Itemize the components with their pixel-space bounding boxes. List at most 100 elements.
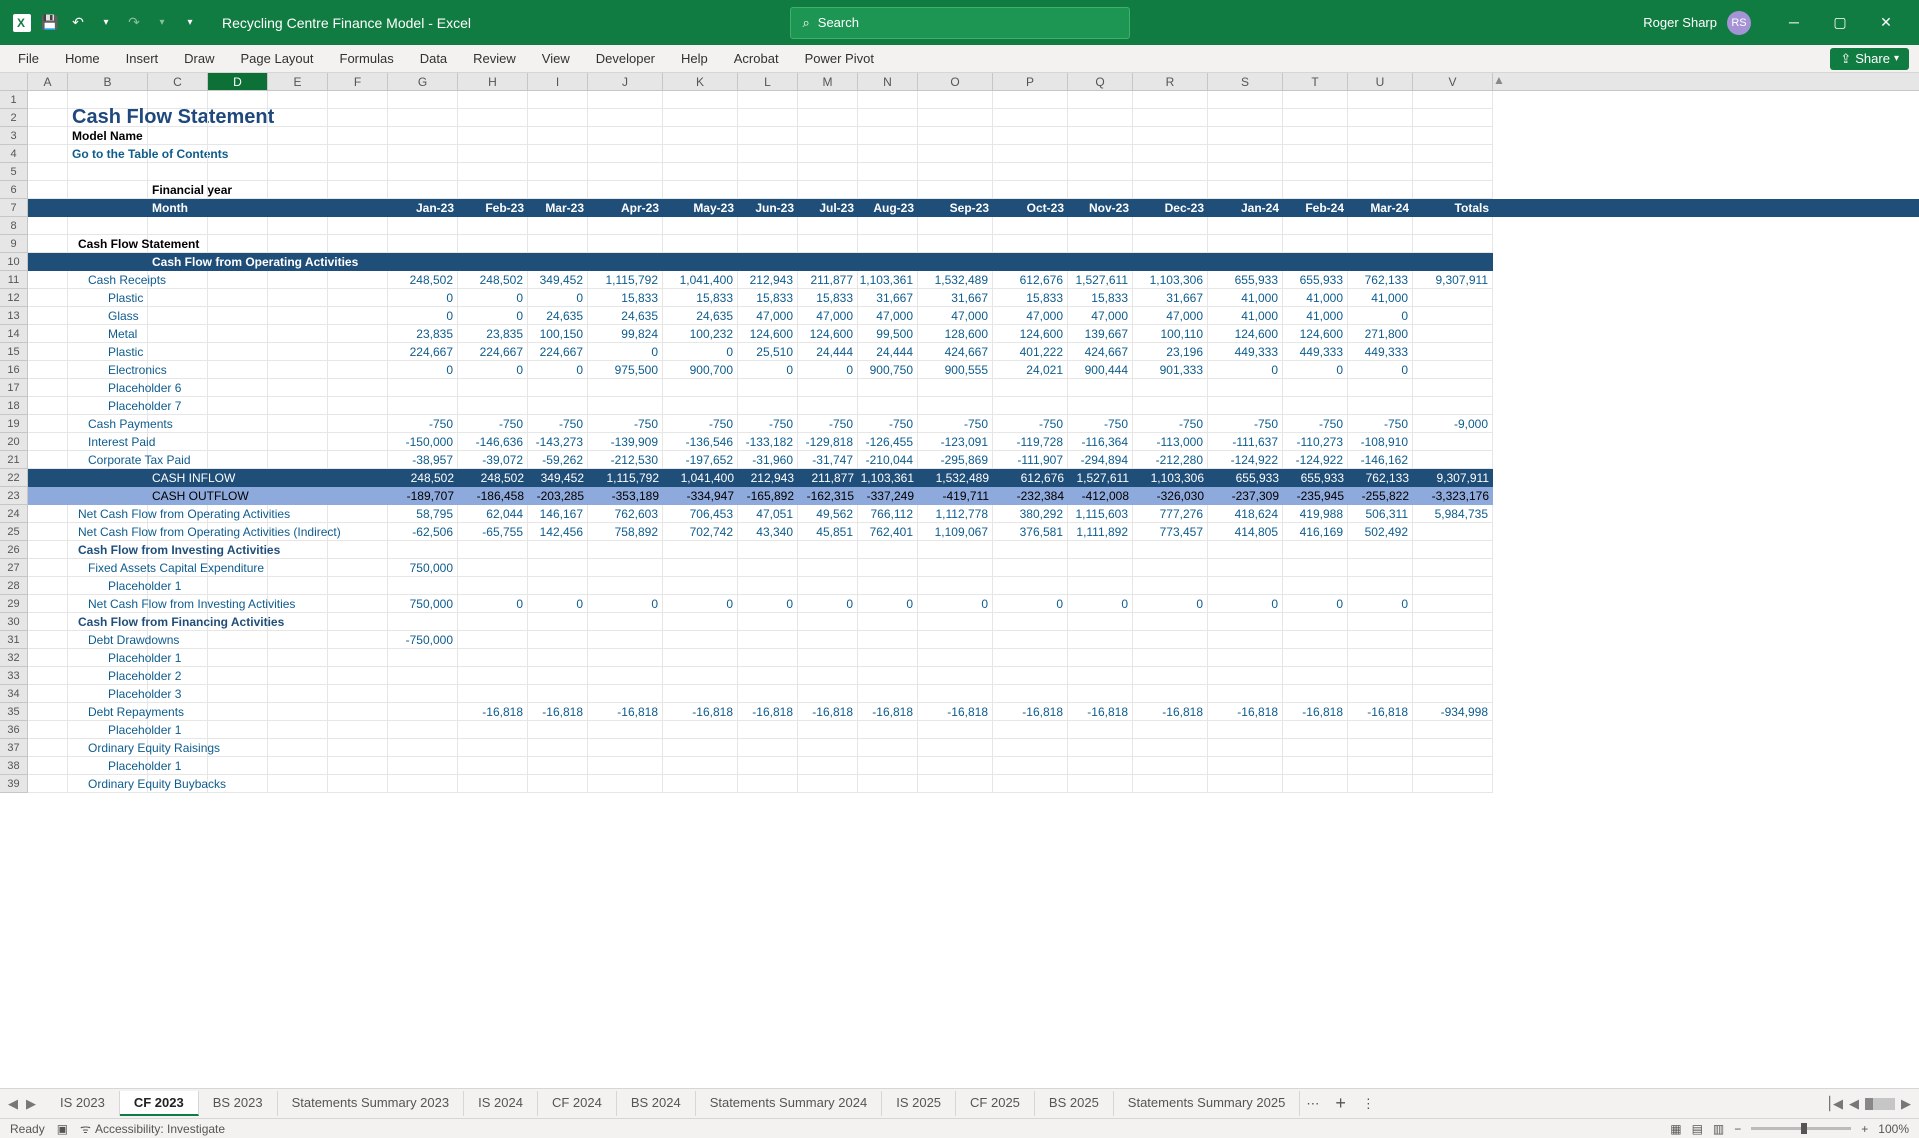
cell[interactable]: [208, 307, 268, 325]
cell[interactable]: [388, 235, 458, 253]
cell[interactable]: [528, 91, 588, 109]
cell[interactable]: 0: [1348, 361, 1413, 379]
column-header-U[interactable]: U: [1348, 73, 1413, 90]
cell[interactable]: [588, 577, 663, 595]
cell[interactable]: [208, 343, 268, 361]
column-header-T[interactable]: T: [1283, 73, 1348, 90]
cell[interactable]: [1413, 289, 1493, 307]
cell[interactable]: [458, 613, 528, 631]
cell[interactable]: 9,307,911: [1413, 469, 1493, 487]
cell[interactable]: [738, 757, 798, 775]
cell[interactable]: Month: [148, 199, 208, 217]
cell[interactable]: [208, 577, 268, 595]
zoom-level[interactable]: 100%: [1878, 1122, 1909, 1136]
cell[interactable]: [1068, 685, 1133, 703]
cell[interactable]: 248,502: [458, 271, 528, 289]
cell[interactable]: [268, 127, 328, 145]
cell[interactable]: 224,667: [458, 343, 528, 361]
cell[interactable]: 1,527,611: [1068, 271, 1133, 289]
cell[interactable]: 418,624: [1208, 505, 1283, 523]
cell[interactable]: [798, 235, 858, 253]
cell[interactable]: [858, 631, 918, 649]
cell[interactable]: 15,833: [993, 289, 1068, 307]
cell[interactable]: [663, 613, 738, 631]
cell[interactable]: [268, 631, 328, 649]
cell[interactable]: [28, 577, 68, 595]
cell[interactable]: 900,555: [918, 361, 993, 379]
row-header[interactable]: 20: [0, 433, 28, 451]
cell[interactable]: [1348, 397, 1413, 415]
cell[interactable]: Corporate Tax Paid: [68, 451, 148, 469]
cell[interactable]: [1133, 541, 1208, 559]
cell[interactable]: [28, 307, 68, 325]
cell[interactable]: [1133, 163, 1208, 181]
cell[interactable]: [798, 559, 858, 577]
cell[interactable]: [798, 613, 858, 631]
cell[interactable]: 43,340: [738, 523, 798, 541]
cell[interactable]: Cash Flow Statement: [68, 235, 148, 253]
cell[interactable]: 62,044: [458, 505, 528, 523]
cell[interactable]: 975,500: [588, 361, 663, 379]
cell[interactable]: [588, 91, 663, 109]
cell[interactable]: [68, 181, 148, 199]
cell[interactable]: [993, 253, 1068, 271]
cell[interactable]: [663, 685, 738, 703]
cell[interactable]: 777,276: [1133, 505, 1208, 523]
cell[interactable]: [798, 631, 858, 649]
cell[interactable]: [663, 559, 738, 577]
row-header[interactable]: 11: [0, 271, 28, 289]
cell[interactable]: [388, 127, 458, 145]
cell[interactable]: [798, 109, 858, 127]
cell[interactable]: [738, 163, 798, 181]
cell[interactable]: [1348, 181, 1413, 199]
cell[interactable]: [388, 217, 458, 235]
cell[interactable]: [993, 631, 1068, 649]
cell[interactable]: [328, 541, 388, 559]
cell[interactable]: [328, 235, 388, 253]
cell[interactable]: [148, 289, 208, 307]
column-header-S[interactable]: S: [1208, 73, 1283, 90]
cell[interactable]: -16,818: [1068, 703, 1133, 721]
ribbon-tab-power-pivot[interactable]: Power Pivot: [805, 51, 874, 66]
cell[interactable]: [1413, 163, 1493, 181]
cell[interactable]: [1413, 757, 1493, 775]
sheet-tab[interactable]: CF 2025: [956, 1091, 1035, 1116]
cell[interactable]: [208, 289, 268, 307]
column-header-J[interactable]: J: [588, 73, 663, 90]
cell[interactable]: [918, 559, 993, 577]
chevron-down-icon[interactable]: ▾: [150, 11, 174, 35]
cell[interactable]: [528, 379, 588, 397]
row-header[interactable]: 35: [0, 703, 28, 721]
cell[interactable]: [1413, 343, 1493, 361]
cell[interactable]: [328, 379, 388, 397]
cell[interactable]: [1208, 775, 1283, 793]
cell[interactable]: [918, 181, 993, 199]
cell[interactable]: 248,502: [388, 469, 458, 487]
cell[interactable]: [208, 235, 268, 253]
cell[interactable]: Cash Flow from Operating Activities: [148, 253, 208, 271]
cell[interactable]: [1413, 649, 1493, 667]
cell[interactable]: 414,805: [1208, 523, 1283, 541]
cell[interactable]: 100,232: [663, 325, 738, 343]
cell[interactable]: [798, 757, 858, 775]
cell[interactable]: [1283, 649, 1348, 667]
cell[interactable]: [1068, 127, 1133, 145]
cell[interactable]: [1348, 775, 1413, 793]
cell[interactable]: [1133, 379, 1208, 397]
cell[interactable]: -133,182: [738, 433, 798, 451]
cell[interactable]: Ordinary Equity Raisings: [68, 739, 148, 757]
cell[interactable]: 47,000: [1133, 307, 1208, 325]
cell[interactable]: [588, 379, 663, 397]
column-header-Q[interactable]: Q: [1068, 73, 1133, 90]
cell[interactable]: 0: [663, 595, 738, 613]
cell[interactable]: [858, 109, 918, 127]
cell[interactable]: [1283, 721, 1348, 739]
cell[interactable]: [28, 757, 68, 775]
cell[interactable]: -212,280: [1133, 451, 1208, 469]
cell[interactable]: [588, 397, 663, 415]
row-header[interactable]: 39: [0, 775, 28, 793]
cell[interactable]: [738, 631, 798, 649]
cell[interactable]: [993, 397, 1068, 415]
cell[interactable]: [268, 325, 328, 343]
cell[interactable]: 139,667: [1068, 325, 1133, 343]
